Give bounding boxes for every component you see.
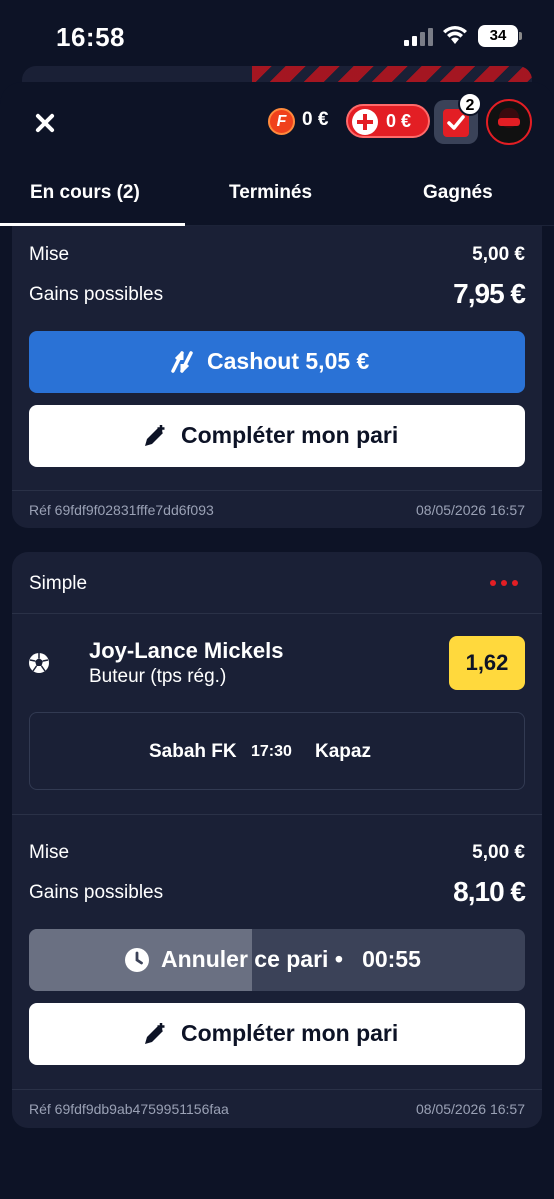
complete-bet-label: Compléter mon pari [181,1020,399,1046]
player-name: Joy-Lance Mickels [89,638,284,663]
balance-value: 0 € [386,111,412,131]
away-team: Kapaz [315,741,371,762]
tab-gagnes[interactable]: Gagnés [423,182,493,204]
bet-card: Simple Joy-Lance Mickels Buteur (tps rég… [12,552,542,1128]
gains-value: 7,95 € [453,278,526,309]
cancel-text: Annuler ce pari • [161,946,343,972]
pencil-plus-icon [145,425,165,446]
bet-card: Mise 5,00 € Gains possibles 7,95 € Casho… [12,226,542,528]
home-team: Sabah FK [149,741,237,762]
odds-badge: 1,62 [449,636,525,690]
bet-reference: Réf 69fdf9db9ab4759951156faa [29,1101,229,1117]
wifi-icon [443,26,467,44]
complete-bet-button[interactable]: Compléter mon pari [29,1003,525,1065]
soccer-ball-icon [29,653,49,673]
cashout-label: Cashout 5,05 € [207,348,370,374]
divider [12,814,542,815]
tab-termines[interactable]: Terminés [229,182,312,204]
gains-label: Gains possibles [29,882,164,903]
divider [12,490,542,491]
status-time: 16:58 [56,22,125,52]
cashout-icon [171,351,193,373]
bet-slip-count-badge: 2 [458,92,482,116]
status-bar: 16:58 34 [0,0,554,70]
stake-value: 5,00 € [472,244,525,265]
match-time: 17:30 [251,743,292,760]
gains-value: 8,10 € [453,876,526,907]
bet-reference: Réf 69fdf9f02831fffe7dd6f093 [29,502,214,518]
deposit-button[interactable]: 0 € [346,104,430,138]
pencil-plus-icon [145,1023,165,1044]
signal-icon [404,28,434,46]
stake-value: 5,00 € [472,842,525,863]
more-options-icon[interactable] [490,580,518,586]
plus-icon [352,109,378,135]
divider [12,1089,542,1090]
stake-label: Mise [29,244,70,265]
cancel-bet-label: Annuler ce pari • 00:55 [161,946,421,973]
market-name: Buteur (tps rég.) [89,666,227,687]
fc-coin-icon: F [268,108,295,135]
cancel-timer: 00:55 [362,946,421,972]
match-info[interactable]: Sabah FK 17:30 Kapaz [29,712,525,790]
bet-date: 08/05/2026 16:57 [416,1101,525,1117]
stake-label: Mise [29,842,70,863]
close-button[interactable] [30,108,60,138]
cashout-button[interactable]: Cashout 5,05 € [29,331,525,393]
battery-indicator: 34 [478,25,522,47]
bet-date: 08/05/2026 16:57 [416,502,525,518]
divider [12,613,542,614]
tab-bar: En cours (2) Terminés Gagnés [0,170,554,226]
clock-icon [125,948,149,972]
cancel-bet-button[interactable]: Annuler ce pari • 00:55 [29,929,525,991]
gains-label: Gains possibles [29,284,164,305]
avatar-visor-icon [498,118,520,126]
complete-bet-button[interactable]: Compléter mon pari [29,405,525,467]
bet-type-label: Simple [29,573,88,594]
fc-balance: 0 € [302,109,329,130]
avatar[interactable] [486,99,532,145]
complete-bet-label: Compléter mon pari [181,422,399,448]
tab-en-cours[interactable]: En cours (2) [30,182,140,204]
